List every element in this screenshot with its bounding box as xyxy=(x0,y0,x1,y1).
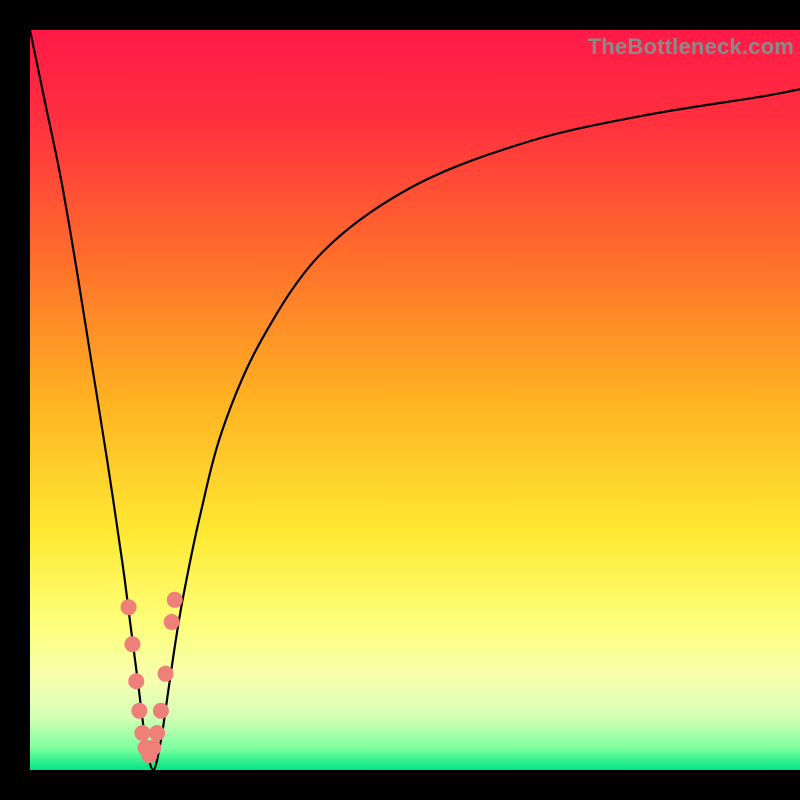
marker-dot xyxy=(145,740,161,756)
chart-frame: TheBottleneck.com xyxy=(0,0,800,800)
marker-dot xyxy=(164,614,180,630)
marker-dot xyxy=(158,666,174,682)
bottleneck-curve xyxy=(30,30,800,770)
watermark-text: TheBottleneck.com xyxy=(588,34,794,60)
marker-dot xyxy=(128,673,144,689)
marker-dot xyxy=(131,703,147,719)
marker-dot xyxy=(124,636,140,652)
marker-dot xyxy=(149,725,165,741)
marker-dot xyxy=(134,725,150,741)
chart-svg xyxy=(30,30,800,770)
marker-dot xyxy=(167,592,183,608)
marker-dot xyxy=(121,599,137,615)
marker-dot xyxy=(153,703,169,719)
plot-area: TheBottleneck.com xyxy=(30,30,800,770)
